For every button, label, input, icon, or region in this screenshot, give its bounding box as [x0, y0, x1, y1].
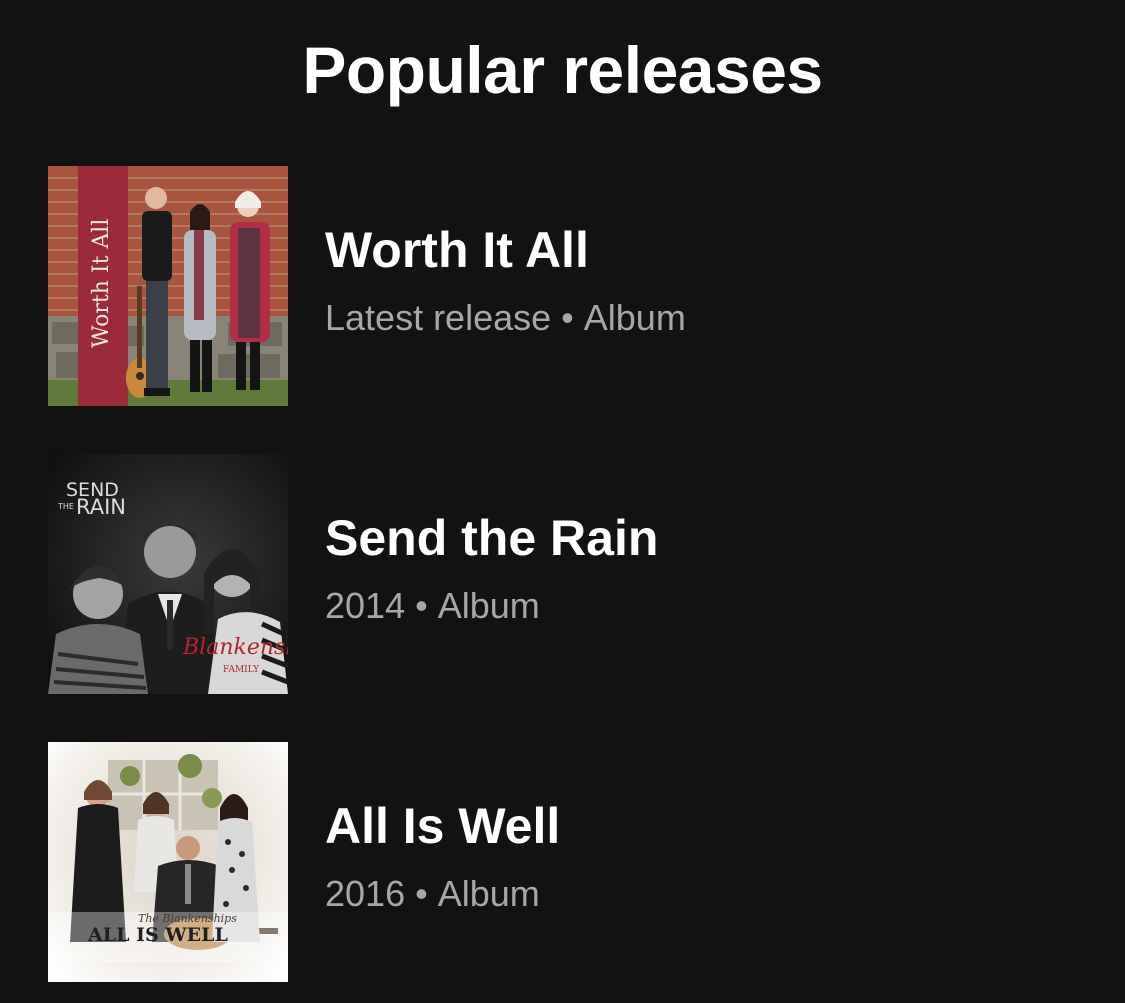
release-meta: 2016 • Album [325, 872, 560, 916]
album-cover-worth-it-all[interactable]: Worth It All [48, 166, 288, 406]
cover-script-name: Blankenship [182, 635, 288, 660]
release-meta: 2014 • Album [325, 584, 658, 628]
meta-separator: • [415, 585, 428, 626]
cover-title-text: Worth It All [89, 219, 114, 348]
cover-title-text: ALL IS WELL [87, 924, 228, 946]
cover-text-family: FAMILY [223, 665, 260, 675]
meta-separator: • [561, 297, 574, 338]
cover-text-rain: RAIN [76, 495, 126, 519]
release-item-all-is-well[interactable]: The Blankenships ALL IS WELL All Is Well… [48, 742, 1078, 982]
cover-text-the: THE [57, 502, 74, 511]
meta-separator: • [415, 873, 428, 914]
album-cover-send-the-rain[interactable]: SEND THE RAIN Blankenship FAMILY [48, 454, 288, 694]
release-subtitle: Latest release [325, 297, 552, 338]
release-type: Album [437, 585, 540, 626]
release-title[interactable]: Worth It All [325, 218, 686, 282]
release-year: 2016 [325, 873, 406, 914]
release-info: Send the Rain 2014 • Album [325, 506, 658, 628]
release-year: 2014 [325, 585, 406, 626]
release-title[interactable]: All Is Well [325, 794, 560, 858]
release-title[interactable]: Send the Rain [325, 506, 658, 570]
release-item-send-the-rain[interactable]: SEND THE RAIN Blankenship FAMILY Send th… [48, 454, 1078, 694]
release-info: Worth It All Latest release • Album [325, 218, 686, 340]
release-type: Album [583, 297, 686, 338]
release-meta: Latest release • Album [325, 296, 686, 340]
release-type: Album [437, 873, 540, 914]
section-title: Popular releases [302, 33, 823, 107]
album-cover-all-is-well[interactable]: The Blankenships ALL IS WELL [48, 742, 288, 982]
release-item-worth-it-all[interactable]: Worth It All Worth It All Latest release… [48, 166, 1078, 406]
release-info: All Is Well 2016 • Album [325, 794, 560, 916]
